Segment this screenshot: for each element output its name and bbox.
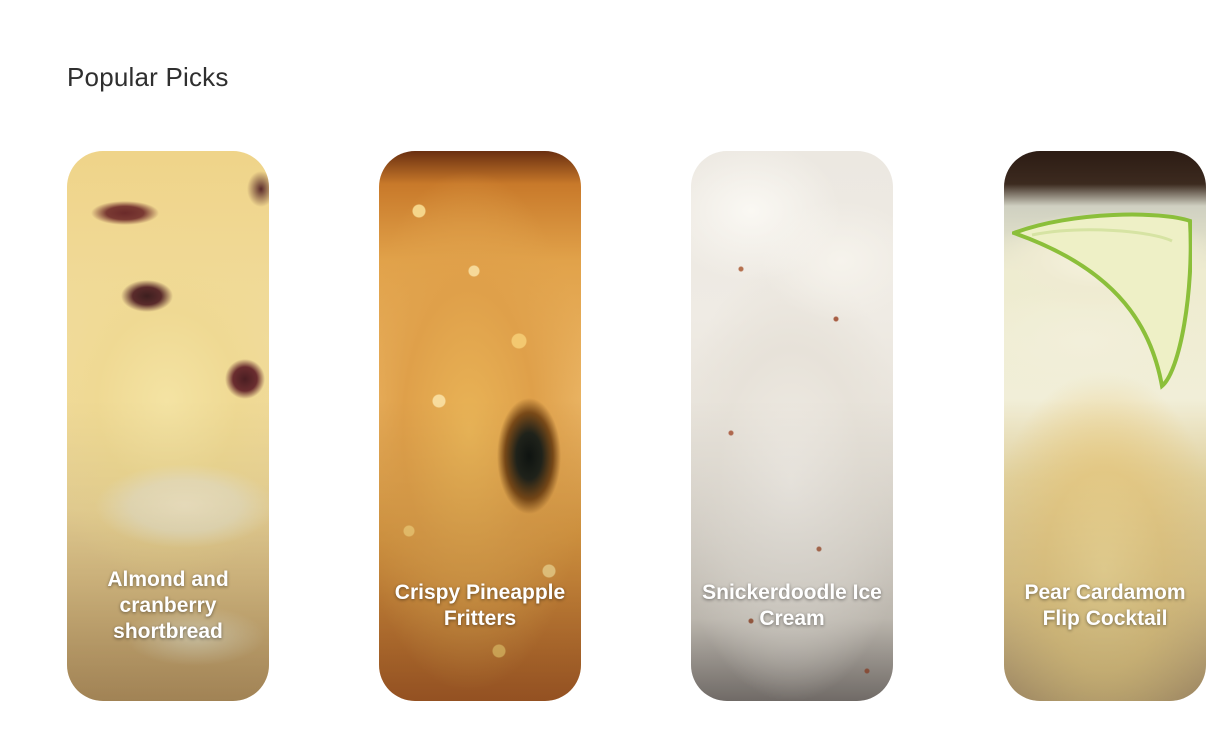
recipe-card-title[interactable]: Crispy Pineapple Fritters <box>385 551 575 661</box>
section-title: Popular Picks <box>67 62 229 92</box>
recipe-card-title[interactable]: Almond and cranberry shortbread <box>73 551 263 661</box>
recipe-card-title[interactable]: Snickerdoodle Ice Cream <box>697 551 887 661</box>
recipe-card-snickerdoodle-ice-cream[interactable]: Snickerdoodle Ice Cream <box>691 151 893 701</box>
recipe-card-title[interactable]: Pear Cardamom Flip Cocktail <box>1010 551 1200 661</box>
recipe-card-almond-cranberry-shortbread[interactable]: Almond and cranberry shortbread <box>67 151 269 701</box>
recipe-card-pear-cardamom-flip-cocktail[interactable]: Pear Cardamom Flip Cocktail <box>1004 151 1206 701</box>
recipe-card-crispy-pineapple-fritters[interactable]: Crispy Pineapple Fritters <box>379 151 581 701</box>
